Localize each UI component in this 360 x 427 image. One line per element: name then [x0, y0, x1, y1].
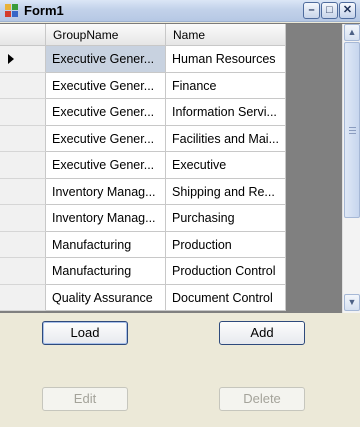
cell-name[interactable]: Production Control [166, 258, 286, 285]
add-button[interactable]: Add [219, 321, 305, 345]
row-header[interactable] [0, 46, 46, 73]
load-button[interactable]: Load [42, 321, 128, 345]
cell-name[interactable]: Purchasing [166, 205, 286, 232]
cell-name[interactable]: Production [166, 231, 286, 258]
grid-corner-header[interactable] [0, 24, 46, 46]
cell-groupname[interactable]: Inventory Manag... [46, 178, 166, 205]
cell-groupname[interactable]: Manufacturing [46, 231, 166, 258]
delete-button[interactable]: Delete [219, 387, 305, 411]
app-icon [5, 4, 19, 17]
cell-name[interactable]: Shipping and Re... [166, 178, 286, 205]
grip-line [349, 127, 356, 128]
cell-groupname[interactable]: Executive Gener... [46, 72, 166, 99]
cell-groupname[interactable]: Executive Gener... [46, 125, 166, 152]
current-row-arrow-icon [8, 54, 14, 64]
row-header[interactable] [0, 152, 46, 179]
row-header[interactable] [0, 72, 46, 99]
row-header[interactable] [0, 258, 46, 285]
vertical-scrollbar[interactable]: ▲ ▼ [342, 24, 360, 313]
close-button[interactable]: ✕ [339, 2, 356, 19]
row-header[interactable] [0, 99, 46, 126]
cell-name[interactable]: Human Resources [166, 46, 286, 73]
data-grid[interactable]: GroupName Name Executive Gener... Human R… [0, 23, 360, 313]
cell-groupname[interactable]: Executive Gener... [46, 46, 166, 73]
cell-groupname[interactable]: Executive Gener... [46, 99, 166, 126]
cell-name[interactable]: Finance [166, 72, 286, 99]
maximize-button[interactable]: □ [321, 2, 338, 19]
column-header-name[interactable]: Name [166, 24, 286, 46]
cell-name[interactable]: Executive [166, 152, 286, 179]
title-bar[interactable]: Form1 – □ ✕ [0, 0, 360, 22]
cell-groupname[interactable]: Manufacturing [46, 258, 166, 285]
cell-groupname[interactable]: Inventory Manag... [46, 205, 166, 232]
cell-name[interactable]: Information Servi... [166, 99, 286, 126]
scroll-down-button[interactable]: ▼ [344, 294, 360, 311]
window-title: Form1 [24, 3, 64, 18]
edit-button[interactable]: Edit [42, 387, 128, 411]
row-header[interactable] [0, 284, 46, 311]
scroll-thumb[interactable] [344, 42, 360, 218]
row-header[interactable] [0, 178, 46, 205]
grip-line [349, 130, 356, 131]
scroll-up-button[interactable]: ▲ [344, 24, 360, 41]
cell-groupname[interactable]: Quality Assurance [46, 284, 166, 311]
row-header[interactable] [0, 231, 46, 258]
minimize-button[interactable]: – [303, 2, 320, 19]
cell-name[interactable]: Document Control [166, 284, 286, 311]
grip-line [349, 133, 356, 134]
column-header-groupname[interactable]: GroupName [46, 24, 166, 46]
row-header[interactable] [0, 205, 46, 232]
cell-groupname[interactable]: Executive Gener... [46, 152, 166, 179]
cell-name[interactable]: Facilities and Mai... [166, 125, 286, 152]
grid-viewport[interactable]: GroupName Name Executive Gener... Human R… [0, 24, 342, 313]
row-header[interactable] [0, 125, 46, 152]
